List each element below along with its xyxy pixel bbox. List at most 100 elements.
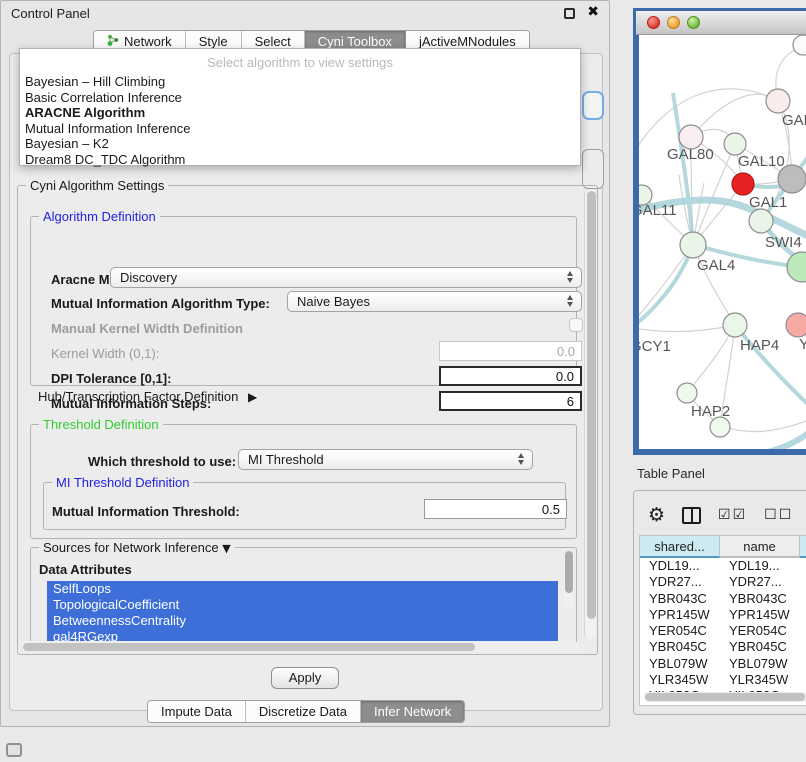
- tab-label: Cyni Toolbox: [318, 34, 392, 49]
- table-panel-title: Table Panel: [637, 466, 705, 481]
- cyni-algorithm-settings-group: Cyni Algorithm Settings Algorithm Defini…: [17, 185, 598, 655]
- collapsed-panel-icon[interactable]: [6, 743, 22, 757]
- mi-steps-input[interactable]: [439, 391, 582, 411]
- attribute-item-selfloops[interactable]: SelfLoops: [47, 581, 558, 597]
- column-header-shared[interactable]: shared...: [640, 536, 720, 558]
- tab-infer-network[interactable]: Infer Network: [361, 701, 464, 722]
- node-label-gal4: GAL4: [697, 257, 735, 274]
- node-label-gal10: GAL10: [738, 153, 785, 170]
- table-cell: YBL079W: [720, 656, 800, 672]
- tab-impute-data[interactable]: Impute Data: [148, 701, 246, 722]
- sources-group-title[interactable]: Sources for Network Inference ▼: [39, 540, 235, 555]
- network-node-gal[interactable]: [766, 89, 790, 113]
- algorithm-option-dream8-dc-tdc-algorithm[interactable]: Dream8 DC_TDC Algorithm: [20, 152, 580, 168]
- network-node[interactable]: [793, 35, 806, 55]
- algorithm-option-bayesian-hill-climbing[interactable]: Bayesian – Hill Climbing: [20, 74, 580, 90]
- control-panel-titlebar: Control Panel ✖: [1, 1, 609, 27]
- attributes-scrollbar[interactable]: [564, 550, 574, 610]
- select-all-checks-icon[interactable]: ☑☑: [718, 507, 747, 523]
- table-row[interactable]: YDR27...YDR27...12: [640, 574, 806, 590]
- algorithm-option-bayesian-k2[interactable]: Bayesian – K2: [20, 136, 580, 152]
- expander-expanded-icon: ▼: [222, 542, 230, 555]
- mi-type-combo[interactable]: Naive Bayes: [287, 291, 582, 312]
- node-table: shared...nameA YDL19...YDL19...13YDR27..…: [639, 535, 806, 706]
- network-window-titlebar[interactable]: [636, 11, 806, 35]
- table-cell: YDR27...: [640, 574, 720, 590]
- attribute-item-topologicalcoefficient[interactable]: TopologicalCoefficient: [47, 597, 558, 613]
- column-header-a[interactable]: A: [800, 536, 806, 558]
- gear-icon[interactable]: ⚙: [648, 506, 665, 525]
- sources-group-title-text: Sources for Network Inference: [43, 540, 219, 555]
- table-row[interactable]: YER054CYER054C8.: [640, 623, 806, 639]
- table-row[interactable]: YLR345WYLR345W9.: [640, 672, 806, 688]
- node-label-hap4: HAP4: [740, 337, 779, 354]
- apply-button[interactable]: Apply: [271, 667, 339, 689]
- network-node-gal4[interactable]: [680, 232, 706, 258]
- table-cell: YDR27...: [720, 574, 800, 590]
- network-node[interactable]: [778, 165, 806, 193]
- dpi-tolerance-label: DPI Tolerance [0,1]:: [51, 371, 171, 386]
- algorithm-option-basic-correlation-inference[interactable]: Basic Correlation Inference: [20, 90, 580, 106]
- table-cell: YER054C: [640, 623, 720, 639]
- settings-horizontal-scrollbar[interactable]: [21, 641, 579, 652]
- table-horizontal-scrollbar[interactable]: [644, 692, 806, 702]
- table-cell: YPR145W: [720, 607, 800, 623]
- network-node-hap4[interactable]: [723, 313, 747, 337]
- which-threshold-combo[interactable]: MI Threshold: [238, 449, 533, 470]
- algorithm-option-aracne-algorithm[interactable]: ARACNE Algorithm: [20, 105, 580, 121]
- hub-definition-expander[interactable]: Hub/Transcription Factor Definition ▶: [38, 389, 257, 404]
- which-threshold-label: Which threshold to use:: [88, 454, 236, 469]
- hub-definition-label: Hub/Transcription Factor Definition: [38, 389, 238, 404]
- tab-label: Select: [255, 34, 291, 49]
- network-node[interactable]: [710, 417, 730, 437]
- settings-vertical-scrollbar[interactable]: [584, 189, 596, 639]
- bottom-tabbar: Impute DataDiscretize DataInfer Network: [147, 700, 465, 723]
- columns-icon[interactable]: [682, 507, 701, 524]
- table-cell: YER054C: [720, 623, 800, 639]
- table-cell: YDL19...: [640, 558, 720, 574]
- mi-threshold-input[interactable]: [424, 499, 567, 519]
- kernel-width-input[interactable]: [439, 341, 582, 361]
- mi-type-label: Mutual Information Algorithm Type:: [51, 296, 270, 311]
- table-cell: [800, 591, 806, 607]
- table-row[interactable]: YBR043CYBR043C: [640, 591, 806, 607]
- close-icon[interactable]: ✖: [587, 4, 599, 20]
- table-panel: ⚙ ☑☑ ☐☐ shared...nameA YDL19...YDL19...1…: [633, 490, 806, 715]
- float-window-icon[interactable]: [564, 8, 575, 19]
- attribute-item-betweennesscentrality[interactable]: BetweennessCentrality: [47, 613, 558, 629]
- network-node-gal1[interactable]: [732, 173, 754, 195]
- manual-kernel-checkbox[interactable]: [569, 318, 583, 332]
- table-cell: YBR043C: [720, 591, 800, 607]
- column-header-name[interactable]: name: [720, 536, 800, 558]
- table-row[interactable]: YPR145WYPR145W9.: [640, 607, 806, 623]
- window-zoom-icon[interactable]: [687, 16, 700, 29]
- window-close-icon[interactable]: [647, 16, 660, 29]
- table-row[interactable]: YBR045CYBR045C9.: [640, 639, 806, 655]
- algorithm-option-mutual-information-inference[interactable]: Mutual Information Inference: [20, 121, 580, 137]
- table-cell: YBL079W: [640, 656, 720, 672]
- deselect-all-checks-icon[interactable]: ☐☐: [764, 507, 793, 523]
- table-row[interactable]: YDL19...YDL19...13: [640, 558, 806, 574]
- table-row[interactable]: YBL079WYBL079W: [640, 656, 806, 672]
- apply-button-label: Apply: [289, 670, 322, 685]
- threshold-definition-group: Threshold Definition Which threshold to …: [30, 424, 577, 539]
- table-cell: 9.: [800, 672, 806, 688]
- algorithm-definition-title: Algorithm Definition: [39, 209, 160, 224]
- tab-discretize-data[interactable]: Discretize Data: [246, 701, 361, 722]
- window-minimize-icon[interactable]: [667, 16, 680, 29]
- table-cell: 9.: [800, 607, 806, 623]
- network-node[interactable]: [787, 252, 806, 282]
- table-cell: YBR045C: [640, 639, 720, 655]
- network-node-hap2[interactable]: [677, 383, 697, 403]
- sources-group: Sources for Network Inference ▼ Data Att…: [30, 547, 577, 651]
- network-canvas[interactable]: GALGAL80GAL10GAL1GAL11SWI4GAL4GCY1HAP4YH…: [639, 35, 806, 449]
- aracne-mode-combo[interactable]: Discovery: [110, 267, 582, 288]
- table-cell: 13: [800, 558, 806, 574]
- table-cell: 8.: [800, 623, 806, 639]
- network-node-gal10[interactable]: [724, 133, 746, 155]
- dpi-tolerance-input[interactable]: [439, 366, 582, 386]
- node-label-swi4: SWI4: [765, 234, 802, 251]
- network-node-swi4[interactable]: [749, 209, 773, 233]
- network-node-y[interactable]: [786, 313, 806, 337]
- tab-label: Style: [199, 34, 228, 49]
